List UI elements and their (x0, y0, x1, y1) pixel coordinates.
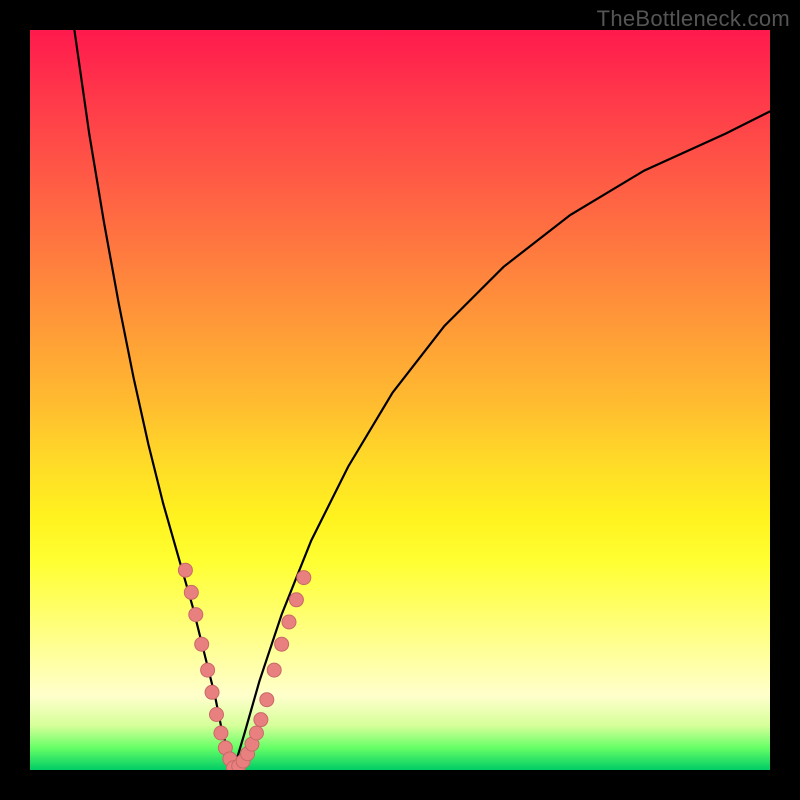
data-marker (195, 637, 209, 651)
data-marker (282, 615, 296, 629)
curve-left-branch (74, 30, 233, 770)
curve-layer (30, 30, 770, 770)
data-marker (260, 693, 274, 707)
marker-group (178, 563, 310, 770)
watermark-text: TheBottleneck.com (597, 6, 790, 32)
data-marker (209, 708, 223, 722)
data-marker (205, 685, 219, 699)
data-marker (201, 663, 215, 677)
data-marker (297, 571, 311, 585)
data-marker (189, 608, 203, 622)
curve-right-branch (234, 111, 771, 770)
data-marker (178, 563, 192, 577)
data-marker (214, 726, 228, 740)
data-marker (275, 637, 289, 651)
data-marker (267, 663, 281, 677)
data-marker (249, 726, 263, 740)
data-marker (184, 585, 198, 599)
data-marker (254, 713, 268, 727)
data-marker (289, 593, 303, 607)
chart-frame: TheBottleneck.com (0, 0, 800, 800)
plot-area (30, 30, 770, 770)
